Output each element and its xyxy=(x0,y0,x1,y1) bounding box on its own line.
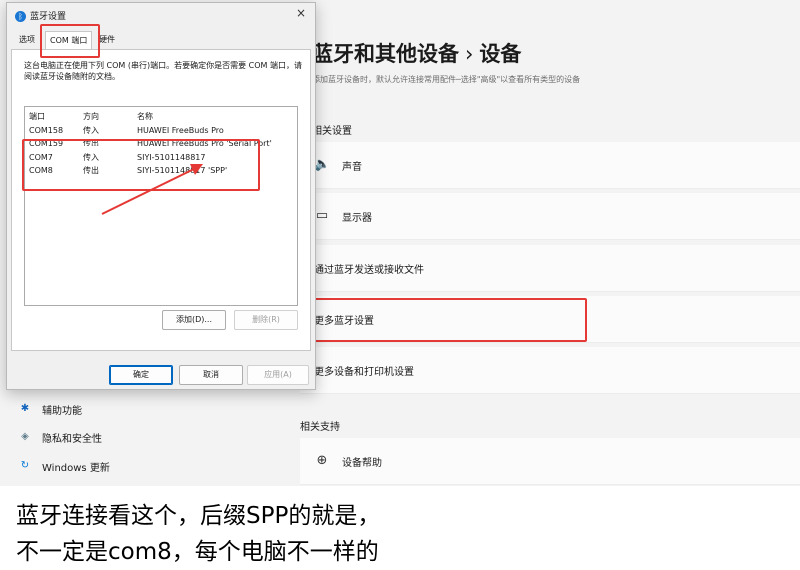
remove-button[interactable]: 删除(R) xyxy=(234,310,298,330)
column-header-name[interactable]: 名称 xyxy=(137,111,153,123)
bluetooth-icon: ᛒ xyxy=(15,11,26,22)
monitor-icon: ▭ xyxy=(315,208,329,223)
refresh-icon: ↻ xyxy=(20,459,30,471)
table-row[interactable]: COM158 传入 HUAWEI FreeBuds Pro xyxy=(25,125,295,137)
related-support-heading: 相关支持 xyxy=(300,422,340,433)
card-display[interactable]: ▭ 显示器 xyxy=(300,193,800,240)
card-label: 更多设备和打印机设置 xyxy=(314,367,414,378)
column-header-port[interactable]: 端口 xyxy=(29,111,45,123)
card-label: 显示器 xyxy=(342,213,372,224)
card-more-bluetooth-settings[interactable]: 更多蓝牙设置 xyxy=(300,296,800,343)
speaker-icon: 🔈 xyxy=(314,157,331,172)
card-device-help[interactable]: ⊕ 设备帮助 xyxy=(300,438,800,485)
page-title: 蓝牙和其他设备 › 设备 xyxy=(312,42,522,66)
nav-accessibility[interactable]: ✱ 辅助功能 xyxy=(16,402,82,424)
card-sound[interactable]: 🔈 声音 xyxy=(300,142,800,189)
caption-line-2: 不一定是com8，每个电脑不一样的 xyxy=(16,539,379,565)
card-label: 设备帮助 xyxy=(342,458,382,469)
tab-options[interactable]: 选项 xyxy=(15,31,39,48)
com-ports-description: 这台电脑正在使用下列 COM (串行)端口。若要确定你是否需要 COM 端口，请… xyxy=(24,61,302,81)
card-send-receive-files[interactable]: 通过蓝牙发送或接收文件 xyxy=(300,245,800,292)
tab-hardware[interactable]: 硬件 xyxy=(95,31,119,48)
globe-icon: ⊕ xyxy=(316,453,328,468)
shield-icon: ◈ xyxy=(21,430,29,442)
cancel-button[interactable]: 取消 xyxy=(179,365,243,385)
card-label: 声音 xyxy=(342,162,362,173)
caption-line-1: 蓝牙连接看这个，后缀SPP的就是， xyxy=(16,503,381,529)
accessibility-icon: ✱ xyxy=(20,402,30,414)
table-row[interactable]: COM7 传入 SIYI-5101148817 xyxy=(25,152,295,164)
ok-button[interactable]: 确定 xyxy=(109,365,173,385)
add-button[interactable]: 添加(D)... xyxy=(162,310,226,330)
page-subtitle: 添加蓝牙设备时，默认允许连接常用配件─选择"高级"以查看所有类型的设备 xyxy=(312,75,581,84)
table-row[interactable]: COM8 传出 SIYI-5101148817 'SPP' xyxy=(25,165,295,177)
nav-privacy-security[interactable]: ◈ 隐私和安全性 xyxy=(16,430,102,452)
dialog-title: ᛒ 蓝牙设置 xyxy=(15,9,66,22)
com-ports-panel: 这台电脑正在使用下列 COM (串行)端口。若要确定你是否需要 COM 端口，请… xyxy=(11,49,311,351)
table-row[interactable]: COM159 传出 HUAWEI FreeBuds Pro 'Serial Po… xyxy=(25,138,295,146)
com-port-list[interactable]: 端口 方向 名称 COM158 传入 HUAWEI FreeBuds Pro C… xyxy=(24,106,298,306)
column-header-direction[interactable]: 方向 xyxy=(83,111,99,123)
bluetooth-settings-dialog: ᛒ 蓝牙设置 × 选项 COM 端口 硬件 这台电脑正在使用下列 COM (串行)… xyxy=(6,2,316,390)
apply-button[interactable]: 应用(A) xyxy=(247,365,309,385)
close-icon[interactable]: × xyxy=(293,5,309,21)
nav-windows-update[interactable]: ↻ Windows 更新 xyxy=(16,459,110,481)
tab-com-ports[interactable]: COM 端口 xyxy=(45,31,93,49)
card-label: 更多蓝牙设置 xyxy=(314,316,374,327)
card-more-devices-printers[interactable]: 更多设备和打印机设置 xyxy=(300,347,800,394)
card-label: 通过蓝牙发送或接收文件 xyxy=(314,265,424,276)
related-settings-heading: 相关设置 xyxy=(312,126,352,137)
